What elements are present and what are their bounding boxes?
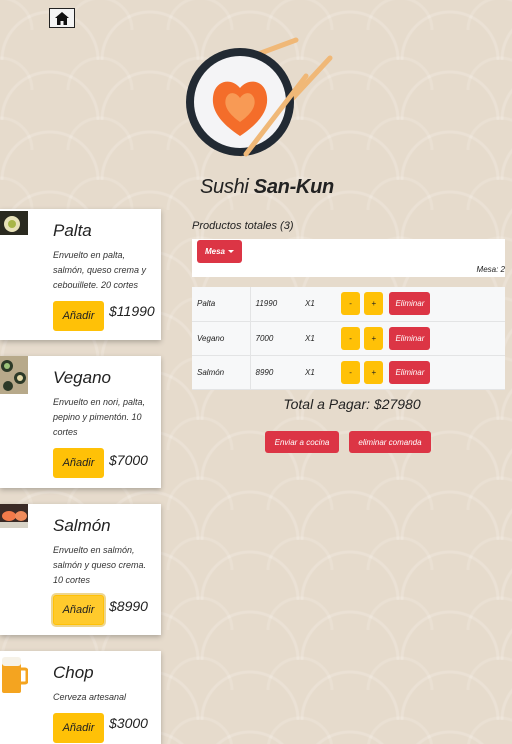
decrease-button[interactable]: - xyxy=(341,326,360,350)
product-image-palta xyxy=(0,211,28,235)
brand-name-light: Sushi xyxy=(200,176,249,198)
table-row: Palta 11990 X1 - + Eliminar xyxy=(192,287,505,322)
home-icon xyxy=(55,11,69,25)
product-card-chop: Chop Cerveza artesanal Añadir $3000 xyxy=(0,651,161,744)
product-image-chop xyxy=(0,651,28,697)
row-price: 11990 xyxy=(250,287,300,322)
row-name: Salmón xyxy=(192,355,251,390)
add-button[interactable]: Añadir xyxy=(53,301,104,331)
total-to-pay: Total a Pagar: $27980 xyxy=(283,396,421,412)
delete-order-button[interactable]: eliminar comanda xyxy=(349,431,431,453)
delete-button[interactable]: Eliminar xyxy=(389,326,431,350)
sushi-logo xyxy=(186,37,333,157)
product-name: Chop xyxy=(53,663,94,682)
increase-button[interactable]: + xyxy=(364,326,384,350)
row-price: 8990 xyxy=(250,355,300,390)
row-qty: X1 xyxy=(300,321,336,356)
add-button[interactable]: Añadir xyxy=(53,448,104,478)
product-description: Envuelto en salmón, salmón y queso crema… xyxy=(53,545,147,585)
row-price: 7000 xyxy=(250,321,300,356)
product-description: Envuelto en nori, palta, pepino y piment… xyxy=(53,397,146,437)
row-qty: X1 xyxy=(300,287,336,322)
product-description: Cerveza artesanal xyxy=(53,692,127,702)
total-products-label: Productos totales (3) xyxy=(192,220,294,232)
mesa-dropdown-button[interactable]: Mesa xyxy=(197,240,242,263)
product-price: $3000 xyxy=(109,715,148,731)
product-description: Envuelto en palta, salmón, queso crema y… xyxy=(53,250,147,290)
product-name: Salmón xyxy=(53,516,111,535)
add-button[interactable]: Añadir xyxy=(53,713,104,743)
row-actions: - + Eliminar xyxy=(336,321,505,356)
mesa-button-label: Mesa xyxy=(204,247,225,256)
brand-name-bold: San-Kun xyxy=(253,176,334,198)
decrease-button[interactable]: - xyxy=(341,292,360,316)
product-image-vegano xyxy=(0,356,28,394)
row-qty: X1 xyxy=(300,355,336,390)
send-to-kitchen-button[interactable]: Enviar a cocina xyxy=(265,431,339,453)
increase-button[interactable]: + xyxy=(364,292,384,316)
delete-button[interactable]: Eliminar xyxy=(389,292,431,316)
product-name: Vegano xyxy=(53,368,111,387)
table-row: Vegano 7000 X1 - + Eliminar xyxy=(192,321,505,356)
mesa-panel: Mesa Mesa: 2 xyxy=(192,239,505,277)
product-card-vegano: Vegano Envuelto en nori, palta, pepino y… xyxy=(0,356,161,488)
brand-title: Sushi San-Kun xyxy=(200,176,334,199)
delete-button[interactable]: Eliminar xyxy=(389,360,431,384)
home-button[interactable] xyxy=(49,8,75,28)
increase-button[interactable]: + xyxy=(364,360,384,384)
product-price: $8990 xyxy=(109,598,148,614)
add-button[interactable]: Añadir xyxy=(53,595,104,625)
row-actions: - + Eliminar xyxy=(336,355,505,390)
product-card-palta: Palta Envuelto en palta, salmón, queso c… xyxy=(0,209,161,340)
product-image-salmon xyxy=(0,504,28,528)
table-row: Salmón 8990 X1 - + Eliminar xyxy=(192,355,505,390)
row-actions: - + Eliminar xyxy=(336,287,505,322)
row-name: Palta xyxy=(192,287,251,322)
caret-down-icon xyxy=(228,250,234,253)
order-table: Palta 11990 X1 - + Eliminar Vegano 7000 … xyxy=(192,287,505,390)
row-name: Vegano xyxy=(192,321,251,356)
decrease-button[interactable]: - xyxy=(341,360,360,384)
product-price: $7000 xyxy=(109,452,148,468)
product-name: Palta xyxy=(53,221,92,240)
product-price: $11990 xyxy=(109,303,155,319)
mesa-label: Mesa: 2 xyxy=(476,265,505,274)
product-card-salmon: Salmón Envuelto en salmón, salmón y ques… xyxy=(0,504,161,635)
